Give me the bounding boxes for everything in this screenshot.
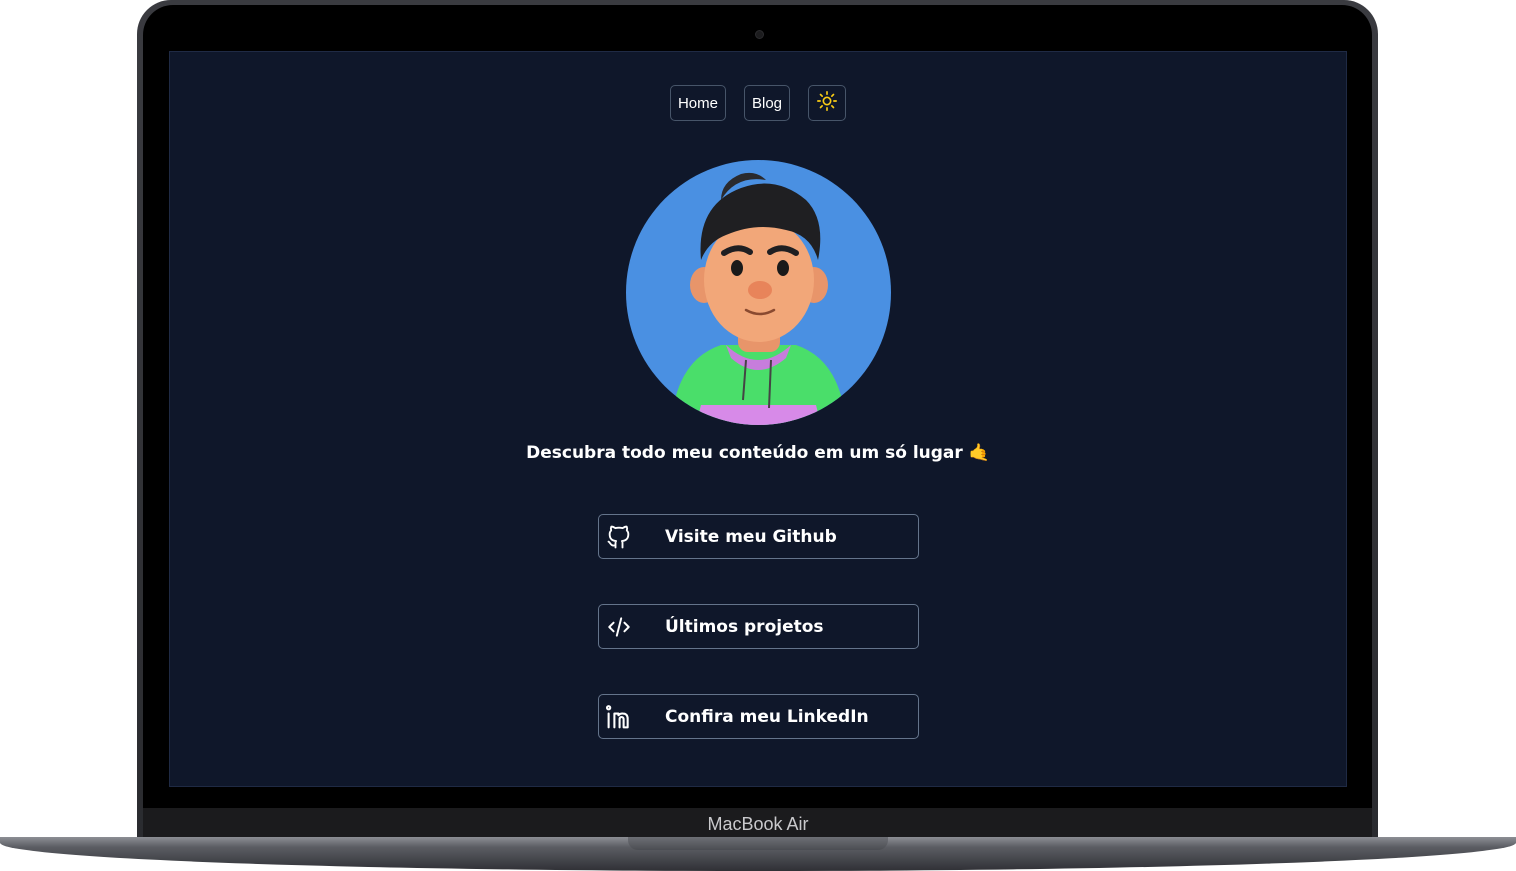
github-icon <box>573 523 665 551</box>
device-label: MacBook Air <box>707 814 809 834</box>
theme-toggle-button[interactable] <box>808 85 847 121</box>
laptop-notch <box>628 837 888 850</box>
avatar <box>626 160 891 425</box>
linkedin-icon <box>573 703 665 731</box>
github-link-label: Visite meu Github <box>665 526 837 547</box>
projects-link-label: Últimos projetos <box>665 616 824 637</box>
home-button[interactable]: Home <box>669 85 726 121</box>
linkedin-link-label: Confira meu LinkedIn <box>665 706 869 727</box>
tagline: Descubra todo meu conteúdo em um só luga… <box>526 443 990 463</box>
projects-link-button[interactable]: Últimos projetos <box>598 604 919 649</box>
camera-icon <box>755 30 764 39</box>
github-link-button[interactable]: Visite meu Github <box>598 514 919 559</box>
top-nav: Home Blog <box>170 85 1346 121</box>
macbook-mockup: Home Blog Descubra todo meu conteúdo em … <box>0 0 1516 871</box>
blog-button[interactable]: Blog <box>743 85 791 121</box>
sun-icon <box>816 90 838 116</box>
browser-viewport: Home Blog Descubra todo meu conteúdo em … <box>169 51 1347 787</box>
linkedin-link-button[interactable]: Confira meu LinkedIn <box>598 694 919 739</box>
code-icon <box>573 614 665 640</box>
